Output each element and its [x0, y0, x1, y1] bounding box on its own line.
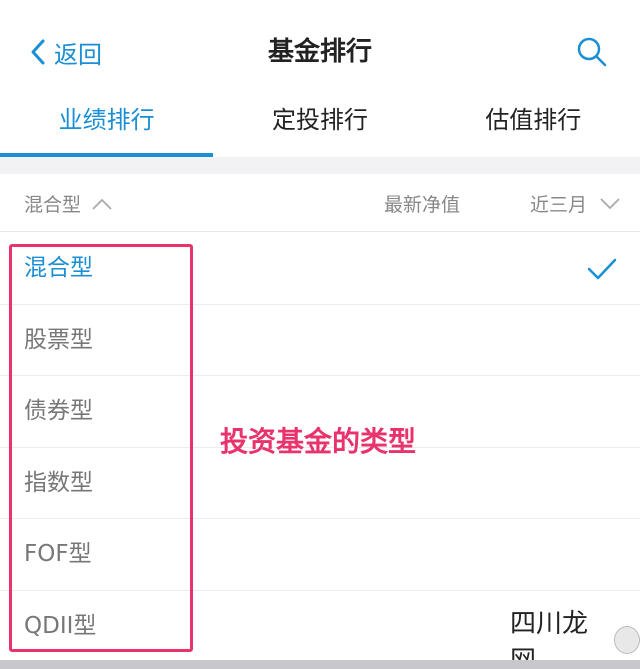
period-filter-label: 近三月: [530, 194, 588, 216]
period-filter[interactable]: 近三月: [530, 190, 621, 217]
annotation-text: 投资基金的类型: [220, 425, 417, 458]
option-label: 股票型: [24, 326, 93, 353]
chevron-up-icon: [92, 198, 112, 210]
search-button[interactable]: [576, 36, 608, 68]
tab-fixed-investment-ranking[interactable]: 定投排行: [213, 100, 426, 158]
check-icon: [587, 258, 617, 280]
option-label: QDII型: [24, 612, 97, 639]
option-label: FOF型: [24, 541, 92, 567]
nav-bar: 返回 基金排行: [0, 0, 640, 100]
latest-nav-column[interactable]: 最新净值: [384, 190, 460, 217]
tab-bar: 业绩排行 定投排行 估值排行: [0, 100, 640, 158]
fund-type-filter-label: 混合型: [24, 194, 82, 216]
tab-performance-ranking[interactable]: 业绩排行: [0, 100, 213, 158]
filter-bar: 混合型 最新净值 近三月: [0, 174, 640, 232]
watermark-logo-icon: [614, 626, 640, 654]
fund-type-filter[interactable]: 混合型: [24, 190, 113, 217]
list-item[interactable]: FOF型: [0, 519, 640, 591]
option-label: 指数型: [24, 469, 93, 496]
bottom-bar: [0, 660, 640, 669]
list-item[interactable]: 混合型: [0, 233, 640, 305]
option-label: 债券型: [24, 398, 93, 424]
search-icon: [577, 37, 607, 67]
chevron-down-icon: [600, 197, 620, 209]
page-title: 基金排行: [267, 37, 372, 67]
option-label: 混合型: [24, 255, 93, 281]
watermark: 四川龙网: [510, 609, 640, 669]
section-divider: [0, 157, 640, 174]
tab-valuation-ranking[interactable]: 估值排行: [427, 100, 640, 158]
list-item[interactable]: 股票型: [0, 305, 640, 376]
